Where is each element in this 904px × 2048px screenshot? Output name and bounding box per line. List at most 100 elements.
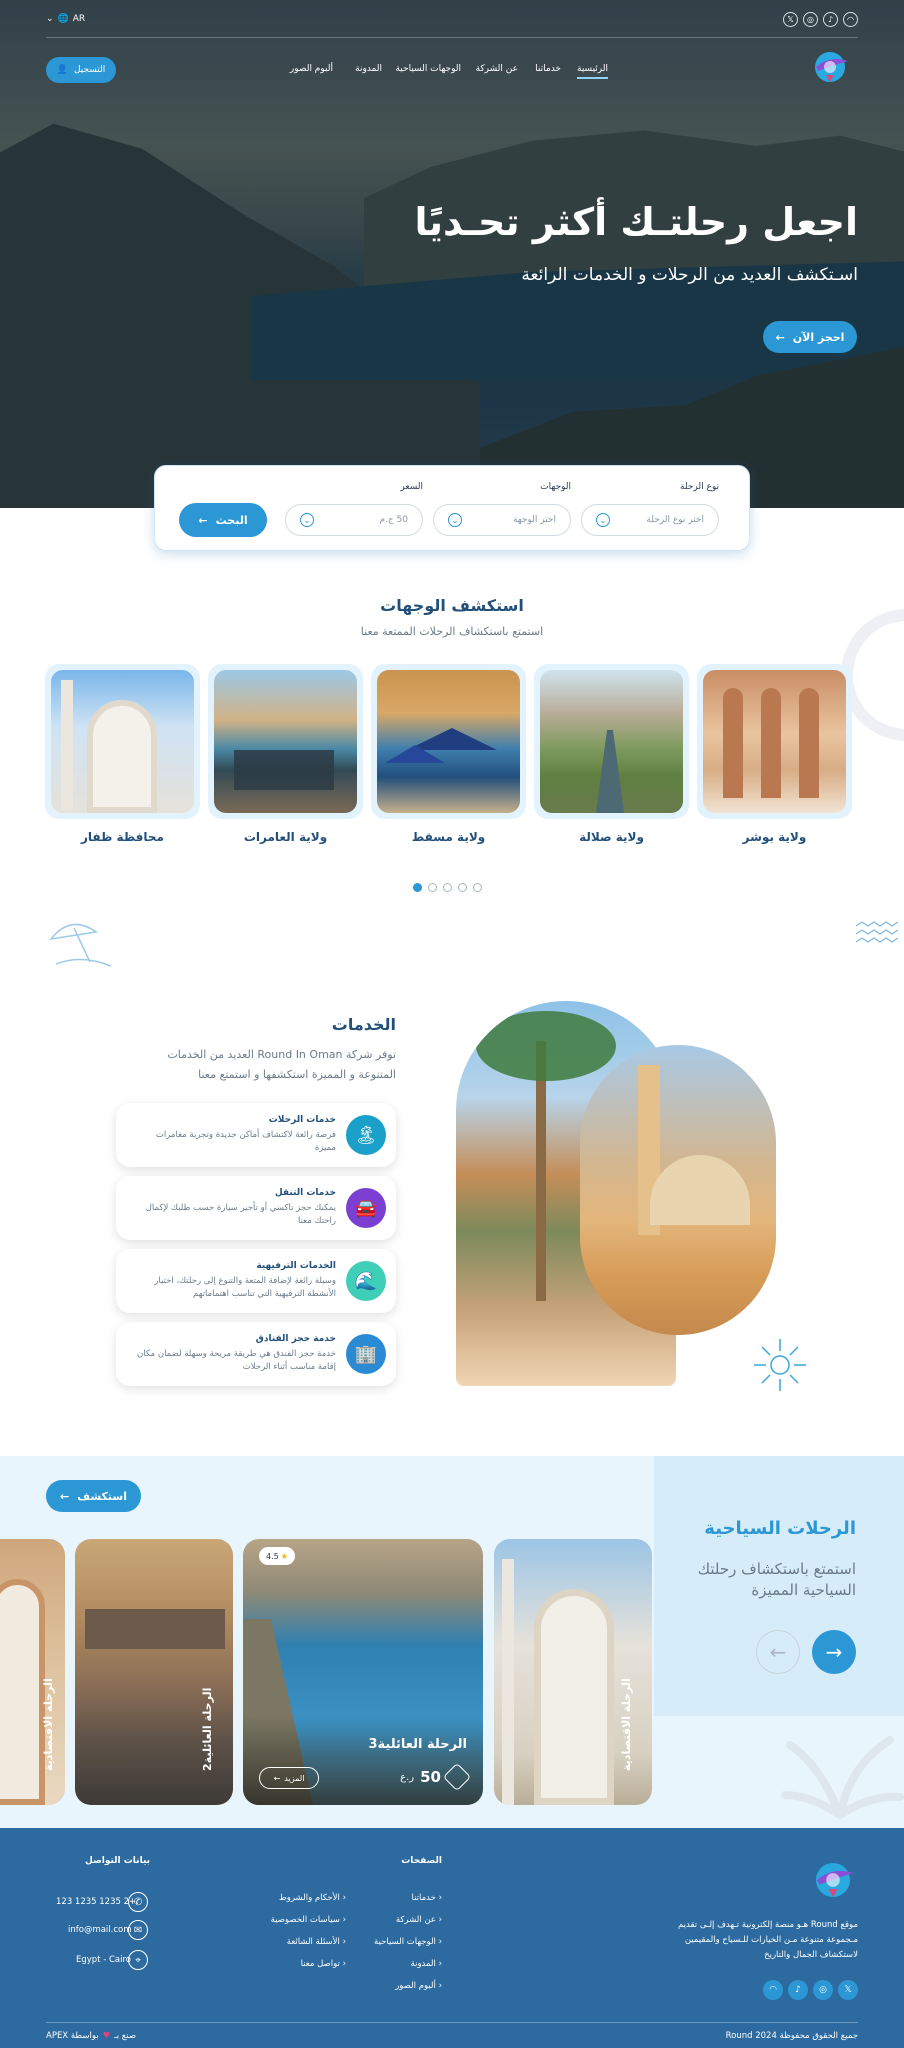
nav-gallery[interactable]: ألبوم الصور	[290, 64, 333, 74]
footer-logo[interactable]	[808, 1855, 858, 1905]
register-button[interactable]: التسجيل 👤	[46, 57, 116, 83]
footer-link-label: تواصل معنا	[300, 1959, 340, 1969]
trips-subtitle-2: السياحية المميزة	[751, 1581, 856, 1599]
footer-page-link[interactable]: ‹ خدماتنا	[412, 1893, 443, 1903]
nav-destinations[interactable]: الوجهات السياحية	[395, 64, 461, 74]
destination-card[interactable]	[371, 664, 526, 819]
carousel-dot-active[interactable]	[413, 883, 422, 892]
footer-pages-title: الصفحات	[401, 1856, 442, 1866]
footer-link-label: الأحكام والشروط	[278, 1893, 340, 1903]
tiktok-icon[interactable]: ♪	[823, 12, 838, 27]
chevron-down-icon: ⌄	[300, 513, 314, 527]
service-card-trips[interactable]: 🏝 خدمات الرحلات فرصة رائعة لاكتشاف أماكن…	[116, 1103, 396, 1167]
next-arrow-button[interactable]: →	[812, 1630, 856, 1674]
trip-card[interactable]: الرحلة العائلية2	[75, 1539, 233, 1805]
register-label: التسجيل	[73, 65, 106, 75]
destinations-title: استكشف الوجهات	[380, 596, 524, 615]
book-now-label: احجز الآن	[792, 330, 845, 344]
service-card-transport[interactable]: 🚘 خدمات التنقل يمكنك حجز تاكسي أو تأجير …	[116, 1176, 396, 1240]
more-button[interactable]: المزيد ←	[259, 1767, 319, 1789]
destination-card[interactable]	[208, 664, 363, 819]
chevron-down-icon: ⌄	[448, 513, 462, 527]
destination-image	[214, 670, 357, 813]
destination-card[interactable]	[697, 664, 852, 819]
snapchat-icon[interactable]: ◠	[763, 1980, 783, 2000]
book-now-button[interactable]: احجز الآن ←	[763, 321, 857, 353]
instagram-icon[interactable]: ◎	[803, 12, 818, 27]
nav-blog[interactable]: المدونة	[355, 64, 382, 74]
footer-credit: صنع بـ ♥ بواسطة APEX	[46, 2031, 136, 2041]
nav-home[interactable]: الرئيسية	[577, 64, 608, 79]
carousel-dot[interactable]	[443, 883, 452, 892]
footer-divider	[46, 2022, 858, 2023]
destination-name: ولاية العامرات	[243, 830, 328, 844]
footer-address: Egypt - Cairo	[76, 1955, 132, 1965]
trip-card[interactable]: الرحلة الاقتصادية	[0, 1539, 65, 1805]
footer-page-label: خدماتنا	[411, 1893, 436, 1903]
footer-about-3: لاستكشاف الجمال والتاريخ	[764, 1950, 858, 1960]
footer-page-link[interactable]: ‹ الوجهات السياحية	[374, 1937, 442, 1947]
price-value: 50	[420, 1768, 441, 1786]
globe-icon: 🌐	[57, 14, 69, 24]
service-desc: فرصة رائعة لاكتشاف أماكن جديدة وتجربة مغ…	[155, 1130, 336, 1153]
carousel-dots	[413, 883, 482, 892]
destination-image	[377, 670, 520, 813]
carousel-dot[interactable]	[473, 883, 482, 892]
footer-link[interactable]: ‹ تواصل معنا	[301, 1959, 346, 1969]
tiktok-icon[interactable]: ♪	[788, 1980, 808, 2000]
destination-name: ولاية بوشر	[742, 830, 807, 844]
trip-type-select[interactable]: اختر نوع الرحلة ⌄	[581, 504, 719, 536]
carousel-dot[interactable]	[428, 883, 437, 892]
destination-image	[703, 670, 846, 813]
footer-contact-title: بيانات التواصل	[85, 1856, 150, 1866]
footer-phone[interactable]: 123 1235 1235 2+	[56, 1897, 136, 1907]
footer-email[interactable]: info@mail.com	[68, 1925, 132, 1935]
star-icon: ★	[280, 1551, 288, 1561]
language-switcher[interactable]: ⌄ 🌐 AR	[46, 14, 85, 24]
services-title: الخدمات	[331, 1015, 396, 1034]
service-title: خدمات الرحلات	[268, 1115, 336, 1125]
footer-about-2: مـجموعة متنوعة مـن الخيارات للـسياح والم…	[684, 1935, 858, 1945]
service-desc: وسيلة رائعة لإضافة المتعة والتنوع إلى رح…	[154, 1276, 336, 1299]
footer-page-link[interactable]: ‹ عن الشركة	[396, 1915, 442, 1925]
sun-icon	[754, 1339, 806, 1391]
x-icon[interactable]: 𝕏	[838, 1980, 858, 2000]
arrow-left-icon: ←	[273, 1773, 281, 1783]
trip-type-value: اختر نوع الرحلة	[646, 515, 704, 525]
footer-page-link[interactable]: ‹ المدونة	[411, 1959, 442, 1969]
nav-services[interactable]: خدماتنا	[535, 64, 561, 74]
service-title: الخدمات الترفيهية	[256, 1261, 336, 1271]
trip-name: الرحلة العائلية3	[368, 1737, 468, 1752]
nav-about[interactable]: عن الشركة	[476, 64, 518, 74]
destination-card[interactable]	[534, 664, 689, 819]
instagram-icon[interactable]: ◎	[813, 1980, 833, 2000]
destination-card[interactable]	[45, 664, 200, 819]
destination-select[interactable]: اختر الوجهة ⌄	[433, 504, 571, 536]
service-card-entertainment[interactable]: 🌊 الخدمات الترفيهية وسيلة رائعة لإضافة ا…	[116, 1249, 396, 1313]
footer-link[interactable]: ‹ الأسئلة الشائعة	[287, 1937, 346, 1947]
price-select[interactable]: 50 ج.م ⌄	[285, 504, 423, 536]
trip-card-label: الرحلة الاقتصادية	[42, 1678, 55, 1771]
trip-card[interactable]: الرحلة الاقتصادية	[494, 1539, 652, 1805]
x-icon[interactable]: 𝕏	[783, 12, 798, 27]
footer-link[interactable]: ‹ سياسات الخصوصية	[271, 1915, 346, 1925]
service-desc: يمكنك حجز تاكسي أو تأجير سيارة حسب طلبك …	[145, 1203, 336, 1226]
arrow-left-icon: ←	[775, 330, 785, 344]
palm-leaf-icon	[781, 1736, 904, 1819]
trip-card-featured[interactable]: ★ 4.5 الرحلة العائلية3 50 ر.ع المزيد ←	[243, 1539, 483, 1805]
prev-arrow-button[interactable]: ←	[756, 1630, 800, 1674]
service-card-hotels[interactable]: 🏢 خدمة حجز الفنادق خدمة حجز الفندق هي طر…	[116, 1322, 396, 1386]
footer-page-link[interactable]: ‹ ألبوم الصور	[395, 1981, 442, 1991]
more-label: المزيد	[284, 1773, 305, 1783]
explore-label: استكشف	[77, 1489, 127, 1503]
footer-page-label: ألبوم الصور	[395, 1981, 436, 1991]
footer-link[interactable]: ‹ الأحكام والشروط	[279, 1893, 346, 1903]
made-by-label: صنع بـ	[114, 2031, 137, 2041]
explore-button[interactable]: استكشف ←	[46, 1480, 141, 1512]
snapchat-icon[interactable]: ◠	[843, 12, 858, 27]
destination-name: ولاية مسقط	[411, 830, 486, 844]
search-button[interactable]: البحث ←	[179, 503, 267, 537]
carousel-dot[interactable]	[458, 883, 467, 892]
services-intro-1: توفر شركة Round In Oman العديد من الخدما…	[167, 1048, 396, 1061]
arrow-left-icon: ←	[60, 1489, 70, 1503]
